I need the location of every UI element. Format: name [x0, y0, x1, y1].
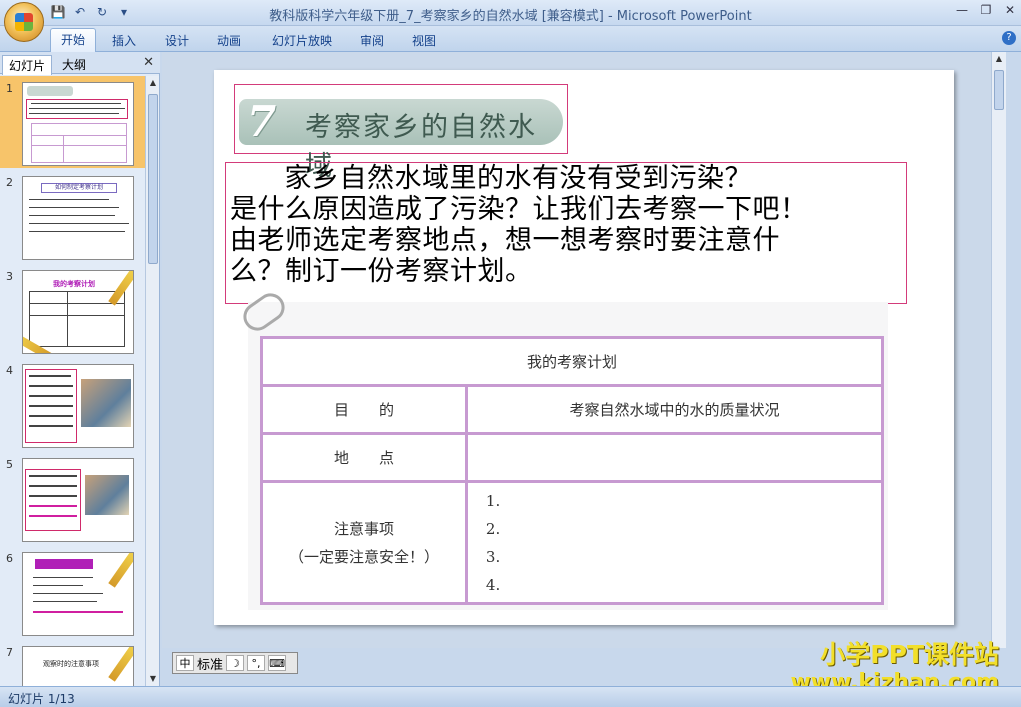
- purpose-label: 目 的: [260, 384, 468, 435]
- punctuation-icon[interactable]: °,: [247, 655, 266, 671]
- scroll-down-icon[interactable]: ▼: [148, 674, 158, 684]
- place-value: [464, 432, 885, 483]
- thumbnail-row[interactable]: 1: [0, 76, 145, 168]
- scrollbar-thumb[interactable]: [994, 70, 1004, 110]
- title-placeholder[interactable]: 7 考察家乡的自然水域: [234, 84, 568, 182]
- notes-item: 3.: [485, 547, 501, 566]
- thumbnail-row[interactable]: 5: [0, 452, 145, 544]
- tab-insert[interactable]: 插入: [102, 30, 146, 51]
- slide-canvas[interactable]: 7 考察家乡的自然水域 家乡自然水域里的水有没有受到污染？ 是什么原因造成了污染…: [214, 70, 954, 625]
- photo-image: [85, 475, 129, 515]
- close-pane-icon[interactable]: ✕: [143, 55, 154, 70]
- window-controls: — ❐ ✕: [955, 3, 1017, 17]
- office-logo-icon: [15, 13, 33, 31]
- tab-slides[interactable]: 幻灯片: [2, 55, 53, 75]
- thumbnail-row[interactable]: 4: [0, 358, 145, 450]
- thumbnail-row[interactable]: 2 如何制定考察计划: [0, 170, 145, 262]
- thumbnail-row[interactable]: 7 观察时的注意事项: [0, 640, 145, 686]
- soft-keyboard-icon[interactable]: ⌨: [268, 655, 287, 671]
- purpose-value: 考察自然水域中的水的质量状况: [464, 384, 885, 435]
- tab-slideshow[interactable]: 幻灯片放映: [262, 30, 342, 51]
- lesson-number: 7: [247, 97, 277, 146]
- thumbnail-number: 6: [6, 552, 13, 565]
- thumbnail-number: 2: [6, 176, 13, 189]
- office-button[interactable]: [4, 2, 44, 42]
- watermark-title: 小学PPT课件站: [820, 640, 999, 669]
- tab-view[interactable]: 视图: [402, 30, 446, 51]
- editor-scrollbar[interactable]: ▲: [991, 52, 1006, 648]
- scroll-up-icon[interactable]: ▲: [994, 54, 1004, 64]
- help-icon[interactable]: ?: [1002, 31, 1016, 45]
- plan-table-title: 我的考察计划: [260, 336, 884, 387]
- body-text: 家乡自然水域里的水有没有受到污染？ 是什么原因造成了污染？让我们去考察一下吧！ …: [230, 163, 808, 287]
- notes-items: 1. 2. 3. 4.: [464, 480, 885, 605]
- thumbnail-row[interactable]: 3 我的考察计划: [0, 264, 145, 356]
- notes-item: 4.: [485, 575, 501, 594]
- photo-image: [81, 379, 131, 427]
- notes-label-line2: （一定要注意安全！）: [288, 547, 439, 566]
- ime-mode-label[interactable]: 标准: [197, 654, 223, 673]
- slide-editor: 7 考察家乡的自然水域 家乡自然水域里的水有没有受到污染？ 是什么原因造成了污染…: [162, 52, 1006, 648]
- title-banner: 7 考察家乡的自然水域: [239, 97, 563, 182]
- title-bar: 💾 ↶ ↻ ▾ 教科版科学六年级下册_7_考察家乡的自然水域 [兼容模式] - …: [0, 0, 1021, 26]
- pane-tabs: 幻灯片 大纲 ✕: [0, 52, 160, 75]
- tab-design[interactable]: 设计: [155, 30, 199, 51]
- thumbnail-scrollbar[interactable]: ▲ ▼: [145, 76, 159, 686]
- slide-thumbnail[interactable]: 我的考察计划: [22, 270, 134, 354]
- thumbnail-number: 5: [6, 458, 13, 471]
- thumbnail-number: 3: [6, 270, 13, 283]
- tab-outline[interactable]: 大纲: [56, 55, 92, 74]
- tab-review[interactable]: 审阅: [350, 30, 394, 51]
- body-text-placeholder[interactable]: 家乡自然水域里的水有没有受到污染？ 是什么原因造成了污染？让我们去考察一下吧！ …: [225, 162, 907, 304]
- notes-label-line1: 注意事项: [333, 519, 394, 538]
- half-width-icon[interactable]: ☽: [226, 655, 245, 671]
- scrollbar-thumb[interactable]: [148, 94, 158, 264]
- plan-image[interactable]: 我的考察计划 目 的 考察自然水域中的水的质量状况 地 点 注意事项 （一定要注…: [237, 287, 888, 610]
- notes-item: 1.: [485, 491, 501, 510]
- slide-thumbnail[interactable]: 观察时的注意事项: [22, 646, 134, 686]
- slide-counter: 幻灯片 1/13: [8, 692, 75, 706]
- slide-thumbnail[interactable]: 如何制定考察计划: [22, 176, 134, 260]
- status-bar: 幻灯片 1/13: [0, 686, 1021, 707]
- ime-logo-icon[interactable]: 中: [176, 655, 194, 671]
- slide-thumbnail[interactable]: [22, 458, 134, 542]
- thumbnail-list: 1 2 如何制定考察计划 3 我的考察计划 4 5 6 7 观察时的注意事项: [0, 76, 145, 686]
- place-label: 地 点: [260, 432, 468, 483]
- ribbon-tabs: 开始 插入 设计 动画 幻灯片放映 审阅 视图: [0, 26, 1021, 52]
- maximize-button[interactable]: ❐: [979, 3, 993, 17]
- scroll-up-icon[interactable]: ▲: [148, 78, 158, 88]
- close-button[interactable]: ✕: [1003, 3, 1017, 17]
- window-title: 教科版科学六年级下册_7_考察家乡的自然水域 [兼容模式] - Microsof…: [269, 9, 752, 24]
- tab-home[interactable]: 开始: [50, 28, 97, 52]
- thumbnail-number: 7: [6, 646, 13, 659]
- minimize-button[interactable]: —: [955, 3, 969, 17]
- slide-thumbnail[interactable]: [22, 364, 134, 448]
- thumbnail-row[interactable]: 6: [0, 546, 145, 638]
- slides-pane: 幻灯片 大纲 ✕ 1 2 如何制定考察计划 3 我的考察计划 4 5 6 7 观…: [0, 52, 160, 686]
- ime-toolbar[interactable]: 中 标准 ☽ °, ⌨: [172, 652, 298, 674]
- notes-label: 注意事项 （一定要注意安全！）: [260, 480, 468, 605]
- thumbnail-number: 1: [6, 82, 13, 95]
- slide-thumbnail[interactable]: [22, 82, 134, 166]
- tab-animation[interactable]: 动画: [207, 30, 251, 51]
- plan-table: 我的考察计划 目 的 考察自然水域中的水的质量状况 地 点 注意事项 （一定要注…: [260, 336, 885, 605]
- thumbnail-number: 4: [6, 364, 13, 377]
- notes-item: 2.: [485, 519, 501, 538]
- slide-thumbnail[interactable]: [22, 552, 134, 636]
